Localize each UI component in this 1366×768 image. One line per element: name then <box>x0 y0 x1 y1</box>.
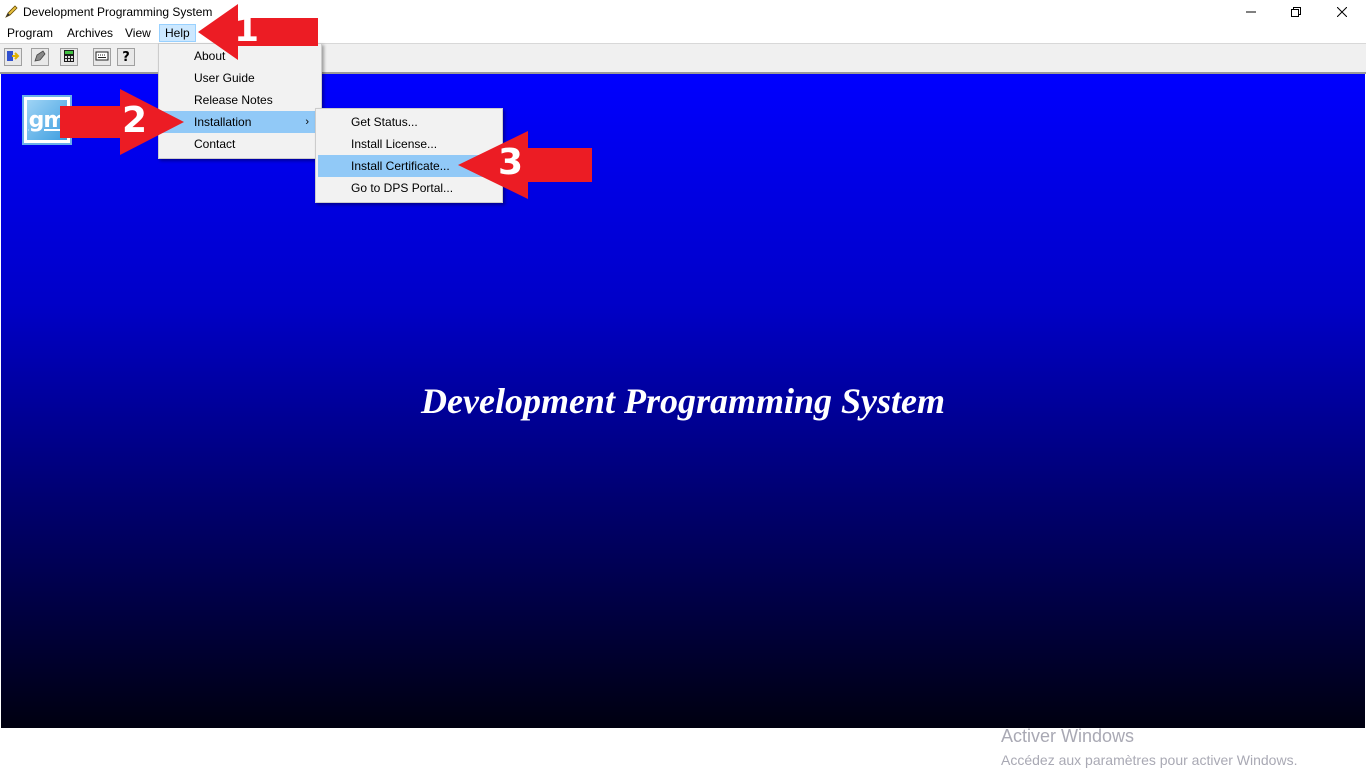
close-button[interactable] <box>1319 0 1365 23</box>
annotation-number-3: 3 <box>498 142 524 183</box>
annotation-arrow-step-1: 1 <box>198 3 320 61</box>
menu-item-contact[interactable]: Contact <box>161 133 319 155</box>
import-button[interactable] <box>4 48 22 66</box>
keyboard-icon <box>95 49 109 66</box>
main-area: gm Development Programming System Active… <box>1 74 1365 768</box>
menu-item-user-guide[interactable]: User Guide <box>161 67 319 89</box>
calculator-icon <box>62 49 76 66</box>
annotation-number-2: 2 <box>122 100 148 141</box>
minimize-button[interactable] <box>1228 0 1274 23</box>
activation-watermark-title: Activer Windows <box>1001 726 1135 746</box>
pencil-app-icon <box>4 4 19 19</box>
edit-icon <box>33 49 47 66</box>
menu-help[interactable]: Help <box>159 24 196 42</box>
annotation-arrow-step-3: 3 <box>458 130 592 200</box>
keyboard-button[interactable] <box>93 48 111 66</box>
menu-item-release-notes[interactable]: Release Notes <box>161 89 319 111</box>
menu-item-installation-label: Installation <box>194 115 252 129</box>
activation-watermark-subtitle: Accédez aux paramètres pour activer Wind… <box>1001 752 1298 768</box>
import-icon <box>6 49 20 66</box>
help-icon: ? <box>122 49 130 65</box>
chevron-right-icon: › <box>305 116 309 128</box>
calculator-button[interactable] <box>60 48 78 66</box>
annotation-number-1: 1 <box>234 9 260 50</box>
menu-item-installation[interactable]: Installation › <box>161 111 319 133</box>
menu-program[interactable]: Program <box>2 24 58 42</box>
annotation-arrow-step-2: 2 <box>60 88 184 156</box>
restore-button[interactable] <box>1273 0 1319 23</box>
edit-button[interactable] <box>31 48 49 66</box>
help-button[interactable]: ? <box>117 48 135 66</box>
main-title: Development Programming System <box>421 381 945 421</box>
menu-view[interactable]: View <box>120 24 156 42</box>
menu-archives[interactable]: Archives <box>62 24 118 42</box>
window-title: Development Programming System <box>23 5 213 19</box>
